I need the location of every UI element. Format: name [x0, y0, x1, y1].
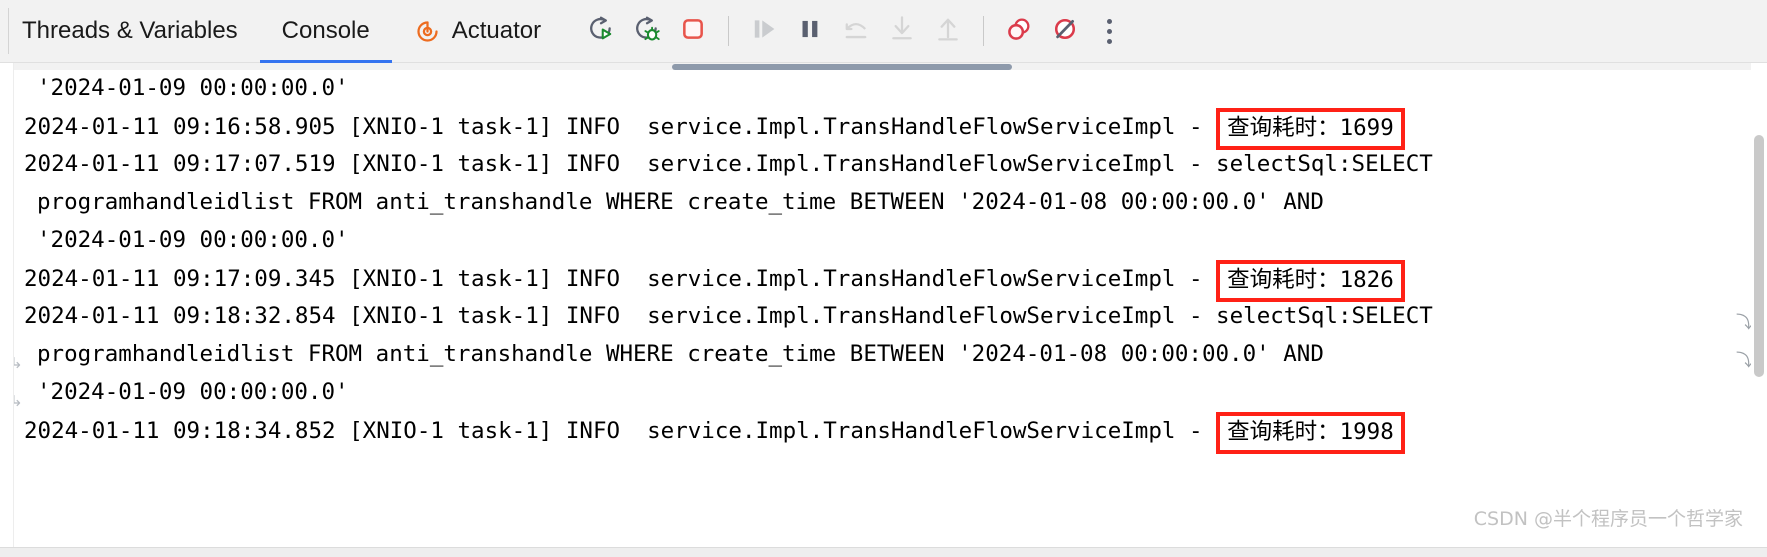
rerun-debug-button[interactable]: [625, 9, 669, 53]
debug-toolbar: Threads & Variables Console Actuator: [0, 0, 1767, 63]
stop-button[interactable]: [671, 9, 715, 53]
more-options-icon: [1106, 18, 1112, 24]
step-into-icon: [887, 14, 917, 49]
stop-icon: [678, 14, 708, 49]
console-line-text: programhandleidlist FROM anti_transhandl…: [37, 189, 1324, 215]
step-over-icon: [841, 14, 871, 49]
highlighted-duration-box: 查询耗时：1699: [1216, 108, 1405, 150]
console-line: '2024-01-09 00:00:00.0': [14, 221, 1751, 259]
more-options-icon-dot3: [1106, 38, 1112, 44]
resume-program-button[interactable]: [742, 9, 786, 53]
more-options-button[interactable]: [1089, 9, 1129, 53]
console-line-text: '2024-01-09 00:00:00.0': [37, 75, 349, 101]
console-line: 2024-01-11 09:17:07.519 [XNIO-1 task-1] …: [14, 145, 1751, 183]
console-line: '2024-01-09 00:00:00.0': [14, 69, 1751, 107]
console-line-text: 2024-01-11 09:16:58.905 [XNIO-1 task-1] …: [24, 114, 1217, 140]
vertical-scrollbar-track[interactable]: [1751, 63, 1767, 557]
console-line: 2024-01-11 09:18:34.852 [XNIO-1 task-1] …: [14, 411, 1751, 454]
console-line: 2024-01-11 09:16:58.905 [XNIO-1 task-1] …: [14, 107, 1751, 150]
step-out-icon: [933, 14, 963, 49]
view-breakpoints-icon: [1004, 14, 1034, 49]
console-line-text: 2024-01-11 09:17:09.345 [XNIO-1 task-1] …: [24, 266, 1217, 292]
tab-console[interactable]: Console: [259, 0, 392, 63]
console-line: ↳ programhandleidlist FROM anti_transhand…: [14, 335, 1751, 373]
toolbar-divider: [728, 16, 730, 46]
step-out-button[interactable]: [926, 9, 970, 53]
bottom-strip: [0, 547, 1767, 557]
console-line: 2024-01-11 09:18:32.854 [XNIO-1 task-1] …: [14, 297, 1751, 335]
mute-breakpoints-icon: [1050, 14, 1080, 49]
console-gutter: [0, 63, 14, 557]
tab-label: Actuator: [451, 17, 542, 44]
vertical-scrollbar-thumb[interactable]: [1754, 135, 1764, 377]
tab-actuator[interactable]: Actuator: [392, 0, 563, 63]
pause-program-icon: [795, 14, 825, 49]
console-line-text: programhandleidlist FROM anti_transhandl…: [37, 341, 1324, 367]
watermark: CSDN @半个程序员一个哲学家: [1473, 508, 1743, 530]
pause-program-button[interactable]: [788, 9, 832, 53]
console-line-text: 2024-01-11 09:18:34.852 [XNIO-1 task-1] …: [24, 418, 1217, 444]
tab-label: Console: [281, 17, 370, 44]
console-line-text: '2024-01-09 00:00:00.0': [37, 379, 349, 405]
highlighted-duration-box: 查询耗时：1998: [1216, 412, 1405, 454]
toolbar-divider-2: [983, 16, 985, 46]
console-line-text: 2024-01-11 09:18:32.854 [XNIO-1 task-1] …: [24, 303, 1433, 329]
resume-program-icon: [749, 14, 779, 49]
view-breakpoints-button[interactable]: [997, 9, 1041, 53]
console-line: programhandleidlist FROM anti_transhandl…: [14, 183, 1751, 221]
mute-breakpoints-button[interactable]: [1043, 9, 1087, 53]
rerun-icon: [586, 14, 616, 49]
highlighted-duration-box: 查询耗时：1826: [1216, 260, 1405, 302]
console-line: ↳ '2024-01-09 00:00:00.0': [14, 373, 1751, 411]
rerun-debug-icon: [632, 14, 662, 49]
console-line-text: '2024-01-09 00:00:00.0': [37, 227, 349, 253]
debug-tool-window: Threads & Variables Console Actuator '20…: [0, 0, 1767, 557]
console-line-text: 2024-01-11 09:17:07.519 [XNIO-1 task-1] …: [24, 151, 1433, 177]
tab-threads-and-variables[interactable]: Threads & Variables: [0, 0, 260, 63]
tab-label: Threads & Variables: [22, 17, 238, 44]
more-options-icon-dot2: [1106, 28, 1112, 34]
toolbar-action-group: [579, 9, 1129, 53]
actuator-icon: [414, 18, 441, 45]
step-into-button[interactable]: [880, 9, 924, 53]
console-line: 2024-01-11 09:17:09.345 [XNIO-1 task-1] …: [14, 259, 1751, 302]
step-over-button[interactable]: [834, 9, 878, 53]
console-output-area: '2024-01-09 00:00:00.0' 2024-01-11 09:16:…: [0, 63, 1767, 557]
console-log-text[interactable]: '2024-01-09 00:00:00.0' 2024-01-11 09:16:…: [14, 63, 1751, 557]
rerun-button[interactable]: [579, 9, 623, 53]
